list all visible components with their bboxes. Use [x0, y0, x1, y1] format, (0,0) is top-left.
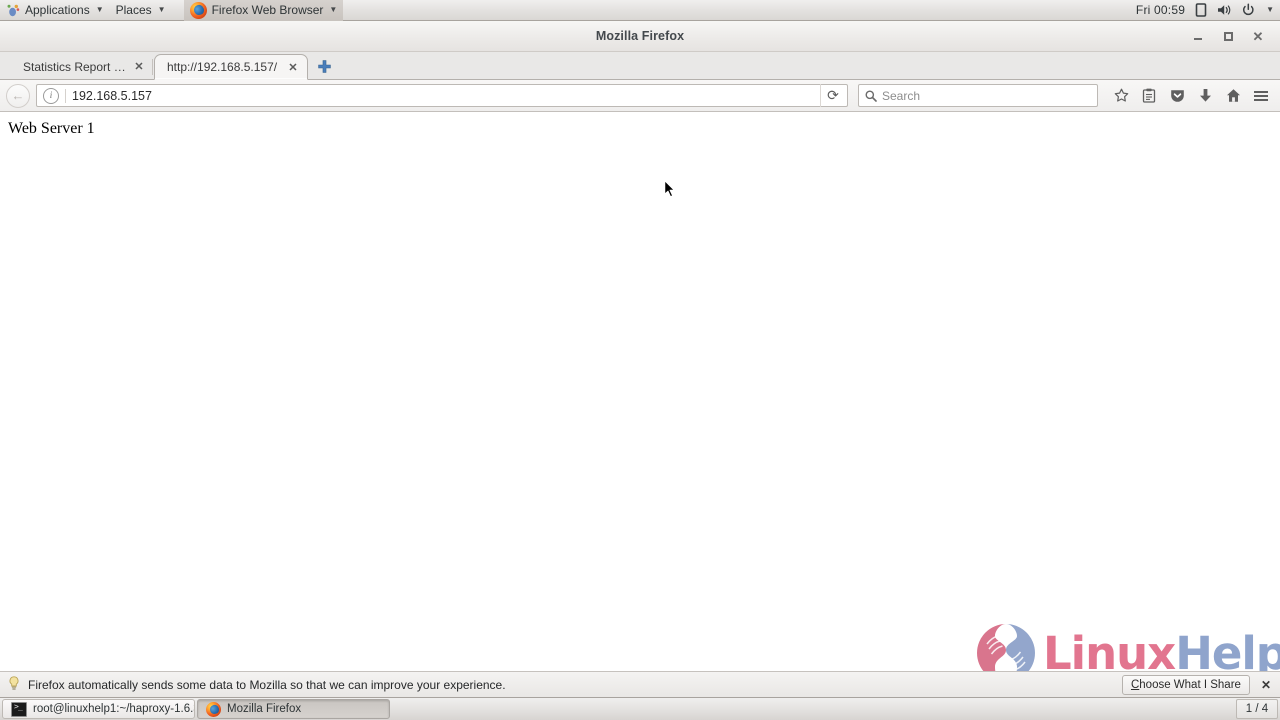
back-button[interactable]: ← — [6, 83, 30, 108]
panel-status-area: Fri 00:59 ▼ — [1136, 0, 1280, 21]
workspace-indicator[interactable]: 1 / 4 — [1236, 699, 1278, 719]
applications-label: Applications — [25, 3, 90, 17]
home-icon[interactable] — [1220, 84, 1246, 108]
lightbulb-icon — [8, 675, 20, 694]
tab-web-server[interactable]: http://192.168.5.157/ ✕ — [154, 54, 308, 80]
active-window-menu[interactable]: Firefox Web Browser ▼ — [183, 0, 344, 21]
menu-icon[interactable] — [1248, 84, 1274, 108]
pocket-icon[interactable] — [1164, 84, 1190, 108]
places-label: Places — [115, 3, 152, 17]
window-titlebar: Mozilla Firefox ✕ — [0, 21, 1280, 52]
window-controls: ✕ — [1190, 21, 1274, 51]
tab-strip: Statistics Report for HA... ✕ http://192… — [0, 52, 1280, 80]
search-bar[interactable]: Search — [858, 84, 1098, 107]
tab-close-icon[interactable]: ✕ — [133, 60, 145, 73]
screen-icon[interactable] — [1195, 3, 1207, 17]
navigation-toolbar: ← i 192.168.5.157 ⟳ Search — [0, 80, 1280, 112]
firefox-window: Mozilla Firefox ✕ Statistics Report for … — [0, 21, 1280, 697]
taskbar-item-firefox[interactable]: Mozilla Firefox — [197, 699, 390, 719]
window-list-taskbar: root@linuxhelp1:~/haproxy-1.6.3 Mozilla … — [0, 697, 1280, 720]
chevron-down-icon: ▼ — [329, 5, 338, 14]
window-title: Mozilla Firefox — [595, 29, 685, 43]
taskbar-item-terminal[interactable]: root@linuxhelp1:~/haproxy-1.6.3 — [2, 699, 195, 719]
power-icon[interactable] — [1242, 3, 1255, 17]
toolbar-icon-group — [1108, 84, 1274, 108]
tab-close-icon[interactable]: ✕ — [287, 61, 299, 74]
bookmark-star-icon[interactable] — [1108, 84, 1134, 108]
linuxhelp-wordmark: LinuxHelp — [1043, 631, 1280, 676]
page-body-text: Web Server 1 — [8, 120, 95, 137]
button-accesskey: C — [1130, 678, 1140, 691]
notification-message: Firefox automatically sends some data to… — [28, 677, 506, 692]
notification-close-icon[interactable]: ✕ — [1256, 678, 1276, 692]
button-label: hoose What I Share — [1139, 678, 1241, 691]
site-identity-icon[interactable]: i — [43, 87, 59, 104]
volume-icon[interactable] — [1217, 3, 1232, 17]
firefox-icon — [189, 1, 207, 19]
minimize-button[interactable] — [1190, 28, 1206, 44]
firefox-icon — [206, 701, 221, 717]
library-icon[interactable] — [1136, 84, 1162, 108]
tab-label: http://192.168.5.157/ — [167, 60, 278, 74]
notification-actions: Choose What I Share ✕ — [1121, 674, 1276, 695]
gnome-foot-icon — [6, 3, 20, 17]
tab-label: Statistics Report for HA... — [23, 59, 127, 74]
gnome-top-panel: Applications ▼ Places ▼ Firefox Web Brow… — [0, 0, 1280, 21]
taskbar-item-label: Mozilla Firefox — [227, 703, 302, 715]
url-divider — [65, 88, 66, 103]
terminal-icon — [11, 701, 27, 717]
chevron-down-icon: ▼ — [95, 5, 104, 14]
clock[interactable]: Fri 00:59 — [1136, 3, 1185, 17]
active-window-label: Firefox Web Browser — [211, 3, 324, 17]
close-button[interactable]: ✕ — [1250, 28, 1266, 44]
chevron-down-icon: ▼ — [157, 5, 166, 14]
reload-icon[interactable]: ⟳ — [820, 84, 845, 107]
search-input[interactable]: Search — [882, 89, 920, 103]
url-input[interactable]: 192.168.5.157 — [72, 89, 816, 103]
taskbar-item-label: root@linuxhelp1:~/haproxy-1.6.3 — [33, 703, 195, 715]
tab-statistics-report[interactable]: Statistics Report for HA... ✕ — [10, 53, 154, 79]
plus-icon — [317, 59, 331, 73]
new-tab-button[interactable] — [312, 53, 336, 79]
maximize-button[interactable] — [1220, 28, 1236, 44]
applications-menu[interactable]: Applications ▼ — [0, 0, 110, 21]
data-sharing-notification-bar: Firefox automatically sends some data to… — [0, 671, 1280, 697]
url-bar[interactable]: i 192.168.5.157 ⟳ — [36, 84, 848, 107]
places-menu[interactable]: Places ▼ — [110, 0, 172, 21]
search-icon — [865, 90, 877, 102]
choose-what-i-share-button[interactable]: Choose What I Share — [1121, 674, 1250, 695]
page-content: Web Server 1 — [0, 112, 1280, 671]
downloads-icon[interactable] — [1192, 84, 1218, 108]
chevron-down-icon[interactable]: ▼ — [1266, 6, 1274, 14]
